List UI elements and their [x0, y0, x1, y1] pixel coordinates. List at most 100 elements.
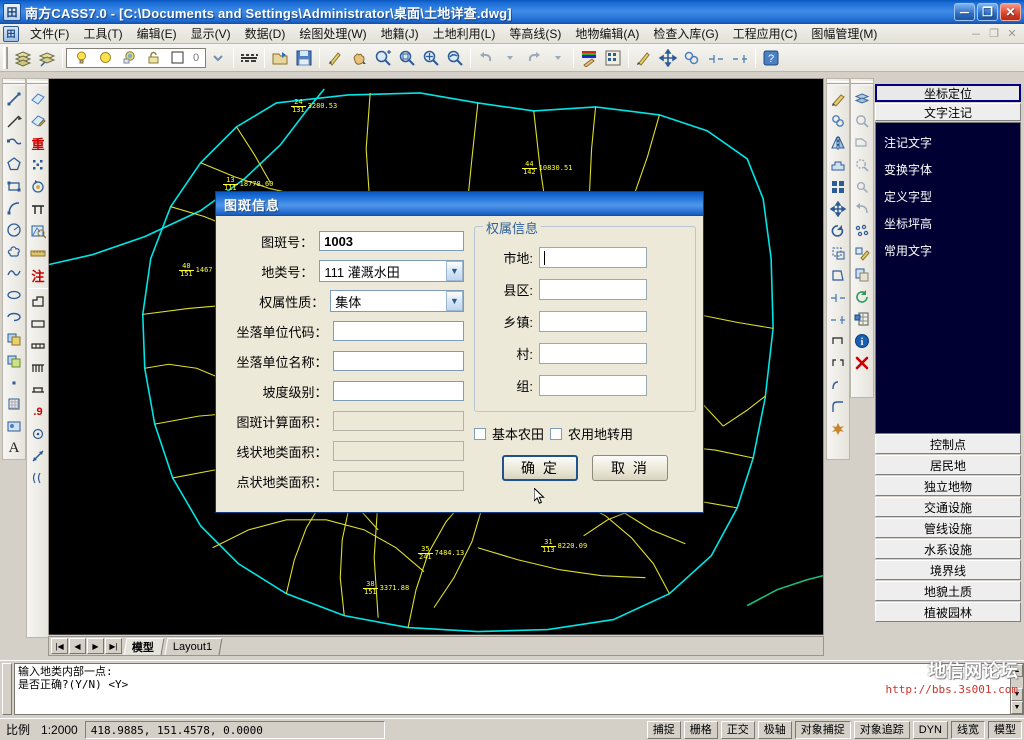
- command-history[interactable]: 输入地类内部一点: 是否正确?(Y/N) <Y>: [14, 663, 1010, 715]
- zoom-realtime-icon[interactable]: [371, 46, 395, 70]
- status-toggle-正交[interactable]: 正交: [720, 720, 755, 739]
- zoom-window-icon[interactable]: [395, 46, 419, 70]
- redo-dropdown-icon[interactable]: [546, 46, 570, 70]
- move-obj-icon[interactable]: [827, 198, 849, 220]
- menu-item-contour[interactable]: 等高线(S): [502, 23, 568, 44]
- zoom-q-icon[interactable]: [851, 110, 873, 132]
- tab-layout1[interactable]: Layout1: [164, 637, 223, 655]
- menu-item-engineering[interactable]: 工程应用(C): [726, 23, 805, 44]
- match-properties-icon[interactable]: [632, 46, 656, 70]
- point-icon[interactable]: [3, 372, 25, 394]
- draw-toolbar-grip[interactable]: [3, 81, 25, 86]
- open-icon[interactable]: [268, 46, 292, 70]
- menu-item-edit[interactable]: 编辑(E): [130, 23, 184, 44]
- panel-category-button[interactable]: 管线设施: [875, 518, 1021, 538]
- ray-icon[interactable]: [3, 110, 25, 132]
- status-toggle-对象捕捉[interactable]: 对象捕捉: [794, 720, 851, 739]
- panel-category-button[interactable]: 地貌土质: [875, 581, 1021, 601]
- pencil-icon[interactable]: [323, 46, 347, 70]
- layers-icon[interactable]: [11, 46, 35, 70]
- panel-category-button[interactable]: 水系设施: [875, 539, 1021, 559]
- status-toggle-DYN[interactable]: DYN: [912, 720, 948, 739]
- break2-icon[interactable]: [827, 330, 849, 352]
- copy-obj-icon[interactable]: [827, 110, 849, 132]
- status-toggle-捕捉[interactable]: 捕捉: [646, 720, 681, 739]
- mdi-minimize-button[interactable]: －: [968, 27, 984, 41]
- menu-item-tools[interactable]: 工具(T): [76, 23, 129, 44]
- tab-nav-prev[interactable]: ◀: [69, 638, 86, 654]
- trim-icon[interactable]: [728, 46, 752, 70]
- panel-list-item[interactable]: 坐标坪高: [876, 210, 1020, 237]
- erase-pt-icon[interactable]: [851, 242, 873, 264]
- menu-item-land-use[interactable]: 土地利用(L): [426, 23, 503, 44]
- close-button[interactable]: ✕: [1000, 3, 1021, 21]
- region-icon[interactable]: [3, 415, 25, 437]
- status-toggle-极轴[interactable]: 极轴: [757, 720, 792, 739]
- explode-icon[interactable]: [827, 418, 849, 440]
- panel-list-item[interactable]: 注记文字: [876, 129, 1020, 156]
- panel-list-item[interactable]: 变换字体: [876, 156, 1020, 183]
- cass-toolbar-grip[interactable]: [27, 81, 49, 86]
- layers2-icon[interactable]: [851, 88, 873, 110]
- field-input[interactable]: [333, 351, 464, 371]
- ownership-field-input[interactable]: [539, 278, 647, 300]
- polygon-icon[interactable]: [3, 153, 25, 175]
- info-icon[interactable]: i: [851, 330, 873, 352]
- insert-block-icon[interactable]: [3, 328, 25, 350]
- scroll-down-icon[interactable]: ▼: [1011, 688, 1023, 701]
- pan-hand-icon[interactable]: [347, 46, 371, 70]
- curve-icon[interactable]: [27, 467, 49, 489]
- zoom-scale-icon[interactable]: [851, 176, 873, 198]
- break-icon[interactable]: [704, 46, 728, 70]
- field-combo[interactable]: 111 灌溉水田 ▼: [319, 260, 464, 282]
- status-toggle-线宽[interactable]: 线宽: [951, 720, 985, 739]
- spline-icon[interactable]: [3, 263, 25, 285]
- panel-text-annotation-button[interactable]: 文字注记: [875, 103, 1021, 121]
- rotate-obj-icon[interactable]: [27, 176, 49, 198]
- extend-icon[interactable]: [827, 308, 849, 330]
- grid-points-icon[interactable]: [27, 154, 49, 176]
- menu-item-sheet-manage[interactable]: 图幅管理(M): [804, 23, 884, 44]
- tab-model[interactable]: 模型: [123, 637, 165, 655]
- basic-farmland-checkbox[interactable]: [474, 427, 486, 440]
- chevron-down-icon[interactable]: [206, 46, 230, 70]
- menu-item-file[interactable]: 文件(F): [23, 23, 76, 44]
- mdi-restore-button[interactable]: ❐: [986, 27, 1002, 41]
- scroll-bottom-icon[interactable]: ▼: [1011, 701, 1023, 714]
- table-icon[interactable]: [851, 308, 873, 330]
- render-icon[interactable]: [577, 46, 601, 70]
- minimize-button[interactable]: －: [954, 3, 975, 21]
- ellipse-icon[interactable]: [3, 284, 25, 306]
- panel-category-button[interactable]: 居民地: [875, 455, 1021, 475]
- rect-edit-icon[interactable]: [27, 313, 49, 335]
- menu-item-cadastre[interactable]: 地籍(J): [374, 23, 426, 44]
- field-input[interactable]: [333, 381, 464, 401]
- text-icon[interactable]: A: [3, 437, 25, 459]
- zoom-back-icon[interactable]: [851, 198, 873, 220]
- panel-category-button[interactable]: 植被园林: [875, 602, 1021, 622]
- chevron-down-icon[interactable]: ▼: [446, 261, 463, 281]
- panel-list-item[interactable]: 常用文字: [876, 237, 1020, 264]
- scale-icon[interactable]: [827, 242, 849, 264]
- fence-icon[interactable]: [27, 335, 49, 357]
- undo-dropdown-icon[interactable]: [498, 46, 522, 70]
- array-icon[interactable]: [827, 176, 849, 198]
- layer-control[interactable]: 0: [66, 46, 207, 70]
- ownership-field-input[interactable]: [539, 310, 647, 332]
- panel-category-button[interactable]: 控制点: [875, 434, 1021, 454]
- elevation-icon[interactable]: .9: [27, 401, 49, 423]
- label-icon[interactable]: [27, 88, 49, 110]
- edit-label-icon[interactable]: [27, 110, 49, 132]
- lock-icon[interactable]: [141, 46, 165, 70]
- stair-icon[interactable]: [27, 357, 49, 379]
- command-scrollbar[interactable]: ▲ ▼ ▼: [1010, 663, 1024, 715]
- bridge-icon[interactable]: [27, 379, 49, 401]
- align-icon[interactable]: [27, 198, 49, 220]
- field-input[interactable]: [333, 321, 464, 341]
- undo-icon[interactable]: [474, 46, 498, 70]
- break-at-icon[interactable]: [827, 352, 849, 374]
- tab-nav-first[interactable]: |◀: [51, 638, 68, 654]
- hatch-icon[interactable]: [3, 394, 25, 416]
- copy-icon[interactable]: [680, 46, 704, 70]
- cass-right-grip[interactable]: [851, 81, 873, 86]
